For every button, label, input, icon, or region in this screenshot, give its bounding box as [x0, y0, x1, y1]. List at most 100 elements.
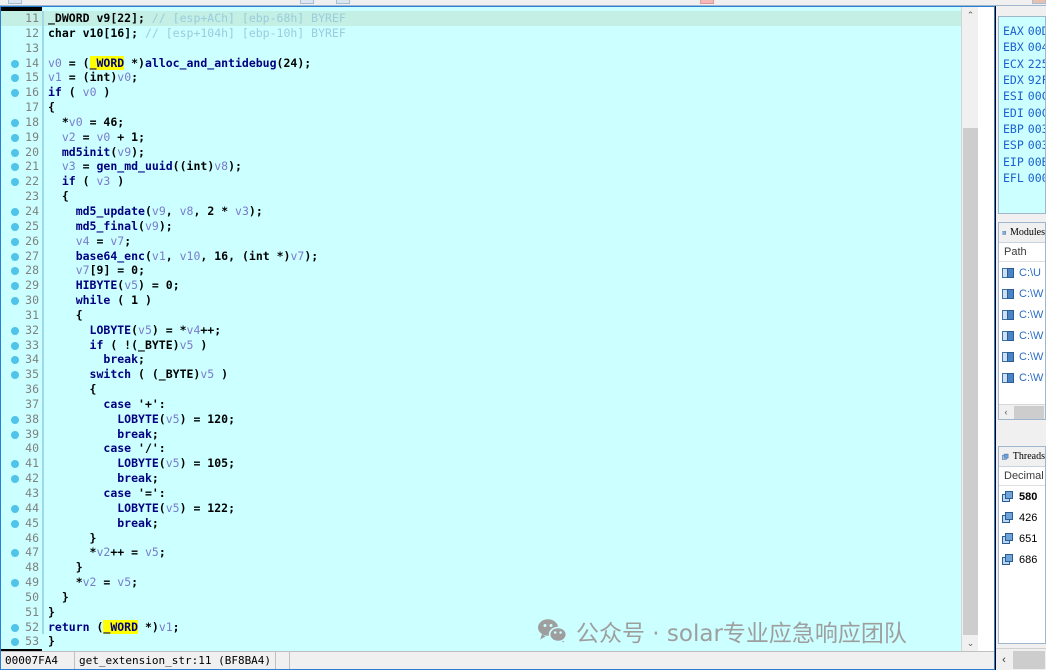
toolbar-button-4[interactable]: [700, 0, 714, 4]
code-line-text[interactable]: }: [48, 531, 97, 546]
code-line-text[interactable]: v1 = (int)v0;: [48, 70, 138, 85]
code-line[interactable]: 31 {: [1, 307, 978, 323]
code-line-text[interactable]: v2 = v0 + 1;: [48, 130, 145, 145]
code-line[interactable]: 41 LOBYTE(v5) = 105;: [1, 456, 978, 472]
code-line[interactable]: 20 md5init(v9);: [1, 144, 978, 160]
code-line[interactable]: 44 LOBYTE(v5) = 122;: [1, 500, 978, 516]
register-value[interactable]: 00C: [1028, 106, 1045, 120]
code-line[interactable]: 16 if ( v0 ): [1, 85, 978, 101]
modules-scroll-left-arrow[interactable]: ‹: [999, 405, 1013, 420]
code-line[interactable]: 22 if ( v3 ): [1, 174, 978, 190]
code-line[interactable]: 50 }: [1, 589, 978, 605]
code-line-text[interactable]: v0 = (_WORD *)alloc_and_antidebug(24);: [48, 55, 311, 71]
code-line[interactable]: 30 while ( 1 ): [1, 293, 978, 308]
register-row[interactable]: EBX 004: [999, 39, 1045, 55]
code-line[interactable]: 33 if ( !(_BYTE)v5 ): [1, 337, 978, 353]
code-line-text[interactable]: if ( !(_BYTE)v5 ): [48, 338, 208, 353]
register-value[interactable]: 003: [1028, 138, 1045, 152]
code-line[interactable]: 19 v2 = v0 + 1;: [1, 129, 978, 145]
code-line[interactable]: 48 }: [1, 560, 978, 576]
thread-row[interactable]: 686: [999, 549, 1045, 570]
code-line-text[interactable]: break;: [48, 427, 159, 442]
code-line[interactable]: 45 break;: [1, 515, 978, 531]
code-line-text[interactable]: md5_final(v9);: [48, 219, 173, 234]
code-line[interactable]: 36 {: [1, 382, 978, 397]
code-line[interactable]: 28 v7[9] = 0;: [1, 263, 978, 279]
code-line-text[interactable]: break;: [48, 516, 159, 531]
code-line-text[interactable]: md5init(v9);: [48, 145, 145, 160]
code-line-text[interactable]: *v0 = 46;: [48, 115, 124, 130]
toolbar-button-2[interactable]: [300, 0, 314, 4]
register-value[interactable]: 004: [1028, 40, 1045, 54]
module-row[interactable]: C:\W: [999, 367, 1045, 388]
register-value[interactable]: 00C: [1028, 89, 1045, 103]
code-line-text[interactable]: LOBYTE(v5) = 105;: [48, 456, 235, 471]
thread-row[interactable]: 426: [999, 507, 1045, 528]
toolbar-button-3[interactable]: [336, 0, 350, 4]
code-line[interactable]: 15 v1 = (int)v0;: [1, 70, 978, 86]
modules-column-header-path[interactable]: Path: [999, 243, 1045, 262]
register-row[interactable]: EFL 000: [999, 170, 1045, 186]
code-line-text[interactable]: {: [48, 189, 69, 204]
code-line[interactable]: 27 base64_enc(v1, v10, 16, (int *)v7);: [1, 248, 978, 264]
code-line[interactable]: 14 v0 = (_WORD *)alloc_and_antidebug(24);: [1, 55, 978, 71]
code-line-text[interactable]: {: [48, 308, 83, 323]
modules-list[interactable]: C:\U C:\W C:\W C:\W C:\W C:\W: [999, 262, 1045, 388]
code-line-text[interactable]: return (_WORD *)v1;: [48, 619, 180, 635]
code-line[interactable]: 38 LOBYTE(v5) = 120;: [1, 411, 978, 427]
dock-bottom-scrollbar[interactable]: ‹: [996, 648, 1046, 670]
code-vertical-scrollbar[interactable]: ⌃ ⌄: [961, 7, 978, 652]
code-line[interactable]: 18 *v0 = 46;: [1, 114, 978, 130]
code-line-text[interactable]: _DWORD v9[22]; // [esp+ACh] [ebp-68h] BY…: [48, 11, 346, 26]
code-line-text[interactable]: HIBYTE(v5) = 0;: [48, 278, 180, 293]
register-value[interactable]: 00D: [1028, 24, 1045, 38]
code-line[interactable]: 29 HIBYTE(v5) = 0;: [1, 278, 978, 294]
code-line-text[interactable]: v4 = v7;: [48, 234, 131, 249]
toolbar-button-1[interactable]: [8, 0, 22, 4]
code-line-text[interactable]: }: [48, 560, 83, 575]
code-line[interactable]: 23 {: [1, 189, 978, 204]
register-row[interactable]: EDI 00C: [999, 104, 1045, 120]
dock-scroll-left-arrow[interactable]: ‹: [996, 650, 1012, 670]
code-line[interactable]: 25 md5_final(v9);: [1, 218, 978, 234]
module-row[interactable]: C:\U: [999, 262, 1045, 283]
code-line-text[interactable]: if ( v0 ): [48, 85, 110, 100]
code-line-text[interactable]: *v2++ = v5;: [48, 545, 166, 560]
code-line-text[interactable]: char v10[16]; // [esp+104h] [ebp-10h] BY…: [48, 26, 346, 41]
code-line-text[interactable]: switch ( (_BYTE)v5 ): [48, 367, 229, 382]
register-row[interactable]: EDX 92F: [999, 72, 1045, 88]
code-line[interactable]: 12 char v10[16]; // [esp+104h] [ebp-10h] …: [1, 25, 978, 41]
code-line[interactable]: 52 return (_WORD *)v1;: [1, 619, 978, 635]
module-row[interactable]: C:\W: [999, 325, 1045, 346]
pseudocode-code-area[interactable]: 11 _DWORD v9[22]; // [esp+ACh] [ebp-68h] …: [1, 7, 978, 652]
module-row[interactable]: C:\W: [999, 304, 1045, 325]
code-line[interactable]: 32 LOBYTE(v5) = *v4++;: [1, 322, 978, 338]
threads-column-header-decimal[interactable]: Decimal: [999, 467, 1045, 486]
register-value[interactable]: 003: [1028, 122, 1045, 136]
code-line[interactable]: 39 break;: [1, 426, 978, 442]
code-line-text[interactable]: if ( v3 ): [48, 174, 124, 189]
code-line-text[interactable]: base64_enc(v1, v10, 16, (int *)v7);: [48, 249, 318, 264]
code-line-text[interactable]: }: [48, 605, 55, 620]
code-line-text[interactable]: {: [48, 382, 97, 397]
scroll-up-arrow[interactable]: ⌃: [962, 7, 978, 24]
code-line[interactable]: 17 {: [1, 100, 978, 115]
modules-tab-label[interactable]: Modules: [1010, 227, 1045, 238]
code-line-text[interactable]: LOBYTE(v5) = 120;: [48, 412, 235, 427]
module-row[interactable]: C:\W: [999, 346, 1045, 367]
thread-row[interactable]: 580: [999, 486, 1045, 507]
code-line-text[interactable]: break;: [48, 352, 145, 367]
register-row[interactable]: EBP 003: [999, 121, 1045, 137]
register-row[interactable]: ESI 00C: [999, 88, 1045, 104]
register-row[interactable]: EIP 00B: [999, 153, 1045, 169]
threads-tabstrip[interactable]: Threads: [999, 447, 1045, 467]
code-line-text[interactable]: md5_update(v9, v8, 2 * v3);: [48, 204, 263, 219]
code-line[interactable]: 11 _DWORD v9[22]; // [esp+ACh] [ebp-68h] …: [1, 11, 978, 26]
scroll-down-arrow[interactable]: ⌄: [962, 635, 978, 652]
register-row[interactable]: EAX 00D: [999, 23, 1045, 39]
code-line-text[interactable]: v7[9] = 0;: [48, 263, 145, 278]
register-value[interactable]: 00B: [1028, 155, 1045, 169]
register-value[interactable]: 000: [1028, 171, 1045, 185]
module-row[interactable]: C:\W: [999, 283, 1045, 304]
code-line-text[interactable]: LOBYTE(v5) = *v4++;: [48, 323, 222, 338]
